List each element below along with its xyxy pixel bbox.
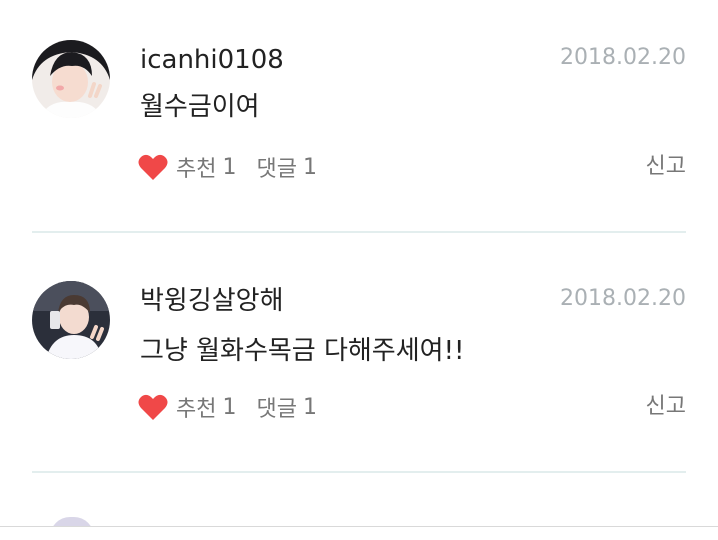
avatar[interactable] [32,281,110,359]
like-count: 1 [222,394,237,420]
like-label: 추천 [176,157,217,182]
comment-text: 월수금이여 [140,92,260,122]
divider [32,231,686,233]
comment-item: icanhi0108 2018.02.20 월수금이여 추천 1 댓글 1 신고 [0,0,718,240]
like-button[interactable]: 추천 1 [138,391,236,423]
comment-item: 박윙깅살앙해 2018.02.20 그냥 월화수목금 다해주세여!! 추천 1 … [0,240,718,480]
like-count: 1 [222,154,237,180]
bottom-bar [0,526,718,540]
report-button[interactable]: 신고 [646,152,686,182]
report-button[interactable]: 신고 [646,392,686,422]
reply-button[interactable]: 댓글 1 [256,391,316,423]
comment-actions: 추천 1 댓글 1 [138,152,317,182]
divider [32,471,686,473]
username[interactable]: 박윙깅살앙해 [140,286,284,316]
heart-icon [138,393,168,421]
user-photo-avatar-icon [32,281,110,359]
comment-date: 2018.02.20 [560,45,686,70]
reply-button[interactable]: 댓글 1 [256,151,316,183]
username[interactable]: icanhi0108 [140,45,284,75]
comment-actions: 추천 1 댓글 1 [138,392,317,422]
comment-text: 그냥 월화수목금 다해주세여!! [140,336,465,366]
reply-count: 1 [302,154,317,180]
reply-label: 댓글 [256,397,297,422]
reply-count: 1 [302,394,317,420]
like-button[interactable]: 추천 1 [138,151,236,183]
user-photo-avatar-icon [32,40,110,118]
reply-label: 댓글 [256,157,297,182]
comment-date: 2018.02.20 [560,286,686,311]
avatar[interactable] [32,40,110,118]
like-label: 추천 [176,397,217,422]
heart-icon [138,153,168,181]
